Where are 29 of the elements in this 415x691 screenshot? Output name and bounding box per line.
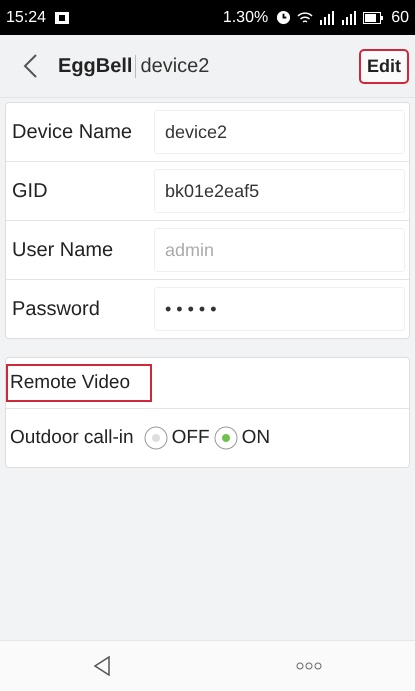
field-label: Password (11, 298, 101, 320)
radio-button[interactable] (214, 426, 238, 450)
input-field[interactable]: device2 (154, 110, 405, 154)
device-title: device2 (139, 54, 210, 78)
section-title: Remote Video (6, 364, 152, 402)
app-name: EggBell (58, 54, 136, 78)
edit-button[interactable]: Edit (359, 48, 409, 84)
input-field[interactable]: bk01e2eaf5 (154, 169, 405, 213)
field-label: User Name (11, 238, 114, 262)
input-field[interactable]: • • • • • (154, 287, 405, 331)
signal-icon (319, 10, 336, 24)
back-icon[interactable] (22, 53, 38, 79)
signal-icon (341, 10, 358, 24)
field-label: GID (11, 180, 49, 202)
back-icon[interactable] (92, 656, 111, 676)
battery-level: 60 (391, 8, 409, 26)
input-field[interactable]: admin (154, 228, 405, 272)
alarm-icon (276, 10, 292, 25)
notification-icon (54, 10, 70, 24)
setting-label: Outdoor call-in (10, 427, 134, 449)
option-label: ON (242, 427, 270, 449)
more-icon[interactable] (296, 662, 322, 670)
data-speed: 1.30% (222, 8, 268, 26)
status-time: 15:24 (6, 8, 46, 26)
battery-icon (363, 12, 384, 24)
option-label: OFF (172, 427, 210, 449)
radio-button[interactable] (144, 426, 168, 450)
field-label: Device Name (11, 120, 134, 144)
wifi-icon (297, 10, 314, 24)
